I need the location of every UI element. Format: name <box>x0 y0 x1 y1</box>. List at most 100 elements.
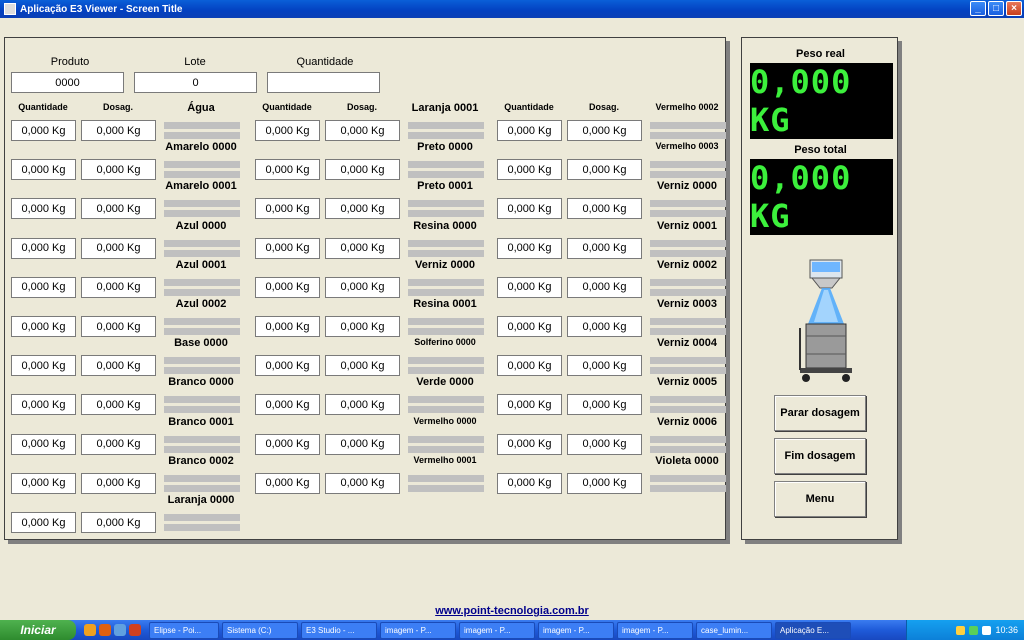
taskbar-task[interactable]: case_lumin... <box>696 621 772 639</box>
dosage-field[interactable]: 0,000 Kg <box>325 394 400 416</box>
dosage-field[interactable]: 0,000 Kg <box>325 433 400 455</box>
dosage-field[interactable]: 0,000 Kg <box>567 276 642 298</box>
dosage-field[interactable]: 0,000 Kg <box>567 355 642 377</box>
material-name: Solferino 0000 <box>414 337 476 348</box>
minimize-button[interactable]: _ <box>970 1 986 16</box>
level-bar <box>408 132 484 139</box>
taskbar-task[interactable]: E3 Studio - ... <box>301 621 377 639</box>
lote-field[interactable]: 0 <box>134 72 257 93</box>
dosage-field[interactable]: 0,000 Kg <box>325 159 400 181</box>
dosage-field[interactable]: 0,000 Kg <box>81 394 156 416</box>
quantity-field[interactable]: 0,000 Kg <box>255 120 320 141</box>
quantity-field[interactable]: 0,000 Kg <box>255 355 320 377</box>
quantity-field[interactable]: 0,000 Kg <box>497 276 562 298</box>
quantity-field[interactable]: 0,000 Kg <box>11 159 76 181</box>
start-button[interactable]: Iniciar <box>0 620 76 640</box>
taskbar-task[interactable]: imagem - P... <box>380 621 456 639</box>
dosage-field[interactable]: 0,000 Kg <box>325 355 400 377</box>
level-bar <box>650 435 726 443</box>
quantity-field[interactable]: 0,000 Kg <box>11 433 76 455</box>
quantity-field[interactable]: 0,000 Kg <box>255 198 320 220</box>
dosage-field[interactable]: 0,000 Kg <box>567 120 642 141</box>
dosage-field[interactable]: 0,000 Kg <box>567 198 642 220</box>
dosage-field[interactable]: 0,000 Kg <box>567 472 642 494</box>
quantity-field[interactable]: 0,000 Kg <box>497 159 562 181</box>
dosage-field[interactable]: 0,000 Kg <box>81 355 156 377</box>
quantity-field[interactable]: 0,000 Kg <box>255 276 320 298</box>
dosage-field[interactable]: 0,000 Kg <box>325 237 400 259</box>
dosage-field[interactable]: 0,000 Kg <box>325 472 400 494</box>
close-button[interactable]: × <box>1006 1 1022 16</box>
dosage-field[interactable]: 0,000 Kg <box>81 198 156 220</box>
level-bar <box>650 367 726 375</box>
quantity-field[interactable]: 0,000 Kg <box>255 316 320 337</box>
quantity-field[interactable]: 0,000 Kg <box>11 394 76 416</box>
dosage-field[interactable]: 0,000 Kg <box>325 316 400 337</box>
taskbar-task[interactable]: Sistema (C:) <box>222 621 298 639</box>
stop-dosing-button[interactable]: Parar dosagem <box>774 395 866 431</box>
quantity-field[interactable]: 0,000 Kg <box>255 433 320 455</box>
quantity-field[interactable]: 0,000 Kg <box>497 198 562 220</box>
quantity-field[interactable]: 0,000 Kg <box>497 120 562 141</box>
quantity-field[interactable]: 0,000 Kg <box>11 198 76 220</box>
dosage-field[interactable]: 0,000 Kg <box>567 433 642 455</box>
produto-field[interactable]: 0000 <box>11 72 124 93</box>
dosage-field[interactable]: 0,000 Kg <box>325 120 400 141</box>
browser-icon[interactable] <box>84 624 96 636</box>
quantity-field[interactable]: 0,000 Kg <box>11 120 76 141</box>
dosage-field[interactable]: 0,000 Kg <box>567 394 642 416</box>
quantity-field[interactable]: 0,000 Kg <box>11 237 76 259</box>
taskbar-task[interactable]: imagem - P... <box>617 621 693 639</box>
menu-button[interactable]: Menu <box>774 481 866 517</box>
dosage-field[interactable]: 0,000 Kg <box>81 120 156 141</box>
quantity-field[interactable]: 0,000 Kg <box>497 237 562 259</box>
dosage-field[interactable]: 0,000 Kg <box>567 237 642 259</box>
office-icon[interactable] <box>99 624 111 636</box>
quantity-field[interactable]: 0,000 Kg <box>11 316 76 337</box>
quantity-field[interactable]: 0,000 Kg <box>497 472 562 494</box>
dosage-field[interactable]: 0,000 Kg <box>81 472 156 494</box>
quantity-field[interactable]: 0,000 Kg <box>11 512 76 533</box>
network-icon[interactable] <box>969 625 979 635</box>
quantity-field[interactable]: 0,000 Kg <box>11 276 76 298</box>
quantity-field[interactable]: 0,000 Kg <box>255 237 320 259</box>
finish-dosing-button[interactable]: Fim dosagem <box>774 438 866 474</box>
dosage-column-header: Dosag. <box>102 102 133 112</box>
level-bar <box>408 435 484 443</box>
dosage-field[interactable]: 0,000 Kg <box>325 276 400 298</box>
dosage-field[interactable]: 0,000 Kg <box>81 512 156 533</box>
quantity-field[interactable]: 0,000 Kg <box>497 433 562 455</box>
taskbar-task[interactable]: imagem - P... <box>538 621 614 639</box>
dosage-field[interactable]: 0,000 Kg <box>325 198 400 220</box>
quantity-field[interactable]: 0,000 Kg <box>255 159 320 181</box>
quantity-field[interactable]: 0,000 Kg <box>11 472 76 494</box>
dosage-field[interactable]: 0,000 Kg <box>81 433 156 455</box>
level-bar <box>408 318 484 325</box>
dosage-field[interactable]: 0,000 Kg <box>81 237 156 259</box>
material-name: Verniz 0006 <box>657 415 717 428</box>
quantity-field[interactable]: 0,000 Kg <box>497 355 562 377</box>
taskbar-task[interactable]: Elipse - Poi... <box>149 621 219 639</box>
level-bar <box>164 288 240 296</box>
tray-icon[interactable] <box>956 625 966 635</box>
dosage-field[interactable]: 0,000 Kg <box>81 159 156 181</box>
quantity-field[interactable]: 0,000 Kg <box>11 355 76 377</box>
media-icon[interactable] <box>114 624 126 636</box>
dosage-field[interactable]: 0,000 Kg <box>81 276 156 298</box>
lote-label: Lote <box>184 56 206 68</box>
dosage-field[interactable]: 0,000 Kg <box>567 159 642 181</box>
taskbar-task[interactable]: Aplicação E... <box>775 621 851 639</box>
quantity-field[interactable]: 0,000 Kg <box>497 394 562 416</box>
quantidade-field[interactable] <box>267 72 380 93</box>
taskbar-task[interactable]: imagem - P... <box>459 621 535 639</box>
level-bar <box>164 278 240 286</box>
quantity-field[interactable]: 0,000 Kg <box>255 394 320 416</box>
dosage-field[interactable]: 0,000 Kg <box>81 316 156 337</box>
quantity-field[interactable]: 0,000 Kg <box>255 472 320 494</box>
dosage-field[interactable]: 0,000 Kg <box>567 316 642 337</box>
maximize-button[interactable]: □ <box>988 1 1004 16</box>
volume-icon[interactable] <box>982 625 992 635</box>
quantity-field[interactable]: 0,000 Kg <box>497 316 562 337</box>
website-link[interactable]: www.point-tecnologia.com.br <box>0 605 1024 617</box>
firefox-icon[interactable] <box>129 624 141 636</box>
